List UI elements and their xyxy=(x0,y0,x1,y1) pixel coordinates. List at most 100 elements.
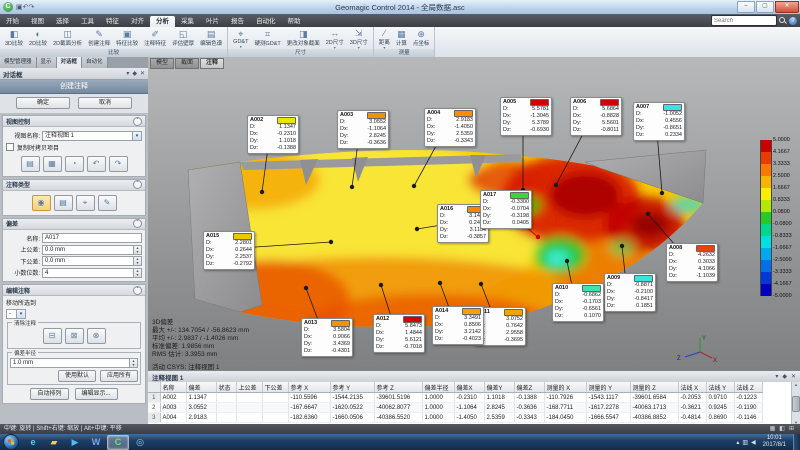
scroll-thumb[interactable] xyxy=(792,396,800,412)
copy-items-checkbox[interactable] xyxy=(6,143,14,151)
dim-3d-button[interactable]: ⇲3D尺寸▾ xyxy=(347,28,371,49)
apply-all-button[interactable]: 应用所有 xyxy=(100,370,138,382)
view-name-select[interactable]: 注释视图 1 xyxy=(42,131,133,141)
edit-display-button[interactable]: 编辑显示... xyxy=(75,388,118,400)
tray-volume-icon[interactable]: ◀ xyxy=(751,439,756,446)
tray-expand-icon[interactable]: ▴ xyxy=(736,439,739,446)
column-header[interactable]: 偏差X xyxy=(454,382,484,393)
collapse-icon[interactable]: ˆ xyxy=(133,180,142,189)
column-header[interactable]: 偏差Z xyxy=(514,382,544,393)
search-input[interactable] xyxy=(711,15,777,26)
move-to-select[interactable]: - xyxy=(6,309,17,319)
spinner-icon[interactable]: ▲▼ xyxy=(134,256,142,266)
show-desktop-button[interactable] xyxy=(793,434,800,450)
column-header[interactable]: 法线 Z xyxy=(734,382,762,393)
table-menu-icon[interactable]: ▾ xyxy=(775,373,778,380)
cancel-button[interactable]: 取消 xyxy=(78,97,132,109)
ribbon-tab-对齐[interactable]: 对齐 xyxy=(125,16,150,27)
taskbar-ie-icon[interactable]: e xyxy=(23,436,43,449)
column-header[interactable]: 下公差 xyxy=(262,382,288,393)
column-header[interactable]: 法线 X xyxy=(678,382,706,393)
annotation-A003[interactable]: A003D:3.0552Dx:-1.1064Dy:2.8245Dz:-0.363… xyxy=(337,110,389,149)
search-icon[interactable] xyxy=(779,17,786,24)
spinner-icon[interactable]: ▲▼ xyxy=(134,268,142,278)
chevron-down-icon[interactable]: ▾ xyxy=(133,131,142,141)
minimize-button[interactable]: – xyxy=(737,1,755,13)
panel-close-icon[interactable]: ✕ xyxy=(140,70,145,77)
create-annotation-button[interactable]: ✎创建注释 xyxy=(85,29,113,47)
table-row[interactable]: 1A0021.1347-110.5596-1544.2135-39601.519… xyxy=(148,393,762,403)
change-object-section-button[interactable]: ◨更改对象截面 xyxy=(284,29,323,47)
column-header[interactable]: 状态 xyxy=(216,382,236,393)
annotation-A008[interactable]: A008D:4.2632Dx:0.3033Dy:4.1066Dz:-1.1039 xyxy=(666,243,718,282)
annotation-A006[interactable]: A006D:5.6864Dx:-0.8828Dy:5.5601Dz:-0.801… xyxy=(570,97,622,136)
spinner-icon[interactable]: ▲▼ xyxy=(130,358,138,368)
column-header[interactable]: 名称 xyxy=(160,382,186,393)
calculate-button[interactable]: ▦计算 xyxy=(393,29,410,47)
ribbon-tab-视图[interactable]: 视图 xyxy=(25,16,50,27)
gdt-button[interactable]: ⌖GD&T▾ xyxy=(230,29,251,48)
annotation-A009[interactable]: A009D:-0.8871Dx:-0.2100Dy:-0.8417Dz:0.18… xyxy=(604,273,656,312)
status-grid-icon[interactable]: ▦ xyxy=(770,424,776,434)
table-row[interactable]: 2A0033.0552-167.6647-1620.0522-40062.807… xyxy=(148,403,762,413)
annotation-name-field[interactable]: A017 xyxy=(42,233,142,243)
taskbar-browser-icon[interactable]: ◎ xyxy=(130,436,150,449)
tray-network-icon[interactable]: ▥ xyxy=(742,439,748,446)
start-button[interactable] xyxy=(3,434,19,450)
column-header[interactable]: 测量的 Y xyxy=(586,382,630,393)
ribbon-tab-开始[interactable]: 开始 xyxy=(0,16,25,27)
table-close-icon[interactable]: ✕ xyxy=(791,373,796,380)
ok-button[interactable]: 确定 xyxy=(16,97,70,109)
viewport-tab-注释[interactable]: 注释 xyxy=(200,58,224,69)
table-pin-icon[interactable]: ◆ xyxy=(782,373,787,380)
panel-tab-自动化[interactable]: 自动化 xyxy=(82,57,108,68)
collapse-icon[interactable]: ˆ xyxy=(133,219,142,228)
ribbon-tab-自动化[interactable]: 自动化 xyxy=(250,16,282,27)
annotation-A013[interactable]: A013D:3.5804Dx:0.9066Dy:3.4369Dz:-0.4301 xyxy=(301,318,353,357)
probe-gdt-button[interactable]: ⌗硬测GD&T xyxy=(251,29,283,47)
status-layout-icon[interactable]: ⊞ xyxy=(789,424,794,434)
ribbon-tab-分析[interactable]: 分析 xyxy=(150,16,175,27)
panel-tab-显示[interactable]: 显示 xyxy=(37,57,57,68)
annotation-A010[interactable]: A010D:-0.6862Dx:-0.1703Dy:-0.6561Dz:0.10… xyxy=(552,283,604,322)
column-header[interactable]: 法线 Y xyxy=(706,382,734,393)
panel-pin-icon[interactable]: ◆ xyxy=(132,70,137,77)
annotation-A002[interactable]: A002D:1.1347Dx:-0.2310Dy:1.1018Dz:-0.138… xyxy=(247,115,299,154)
view-lock-icon[interactable]: ▦ xyxy=(43,156,62,172)
ribbon-tab-工具[interactable]: 工具 xyxy=(75,16,100,27)
maximize-button[interactable]: ▢ xyxy=(756,1,774,13)
view-zoom-icon[interactable]: ◔ xyxy=(65,156,84,172)
viewport-tab-截面[interactable]: 截面 xyxy=(175,58,199,69)
view-restore-icon[interactable]: ↶ xyxy=(87,156,106,172)
edit-spectrum-button[interactable]: ▤编辑色谱 xyxy=(197,29,225,47)
annotate-feature-button[interactable]: ✐注释特征 xyxy=(141,29,169,47)
column-header[interactable]: 偏差半径 xyxy=(422,382,454,393)
help-icon[interactable]: ? xyxy=(789,17,797,25)
evaluate-thickness-button[interactable]: ◱评估壁厚 xyxy=(169,29,197,47)
annotation-A015[interactable]: A015D:2.2801Dx:0.2644Dy:2.2537Dz:-0.2792 xyxy=(203,231,255,270)
clear-all-icon[interactable]: ⊗ xyxy=(87,328,106,344)
type-whisker-icon[interactable]: ▤ xyxy=(54,195,73,211)
ribbon-tab-特征[interactable]: 特征 xyxy=(100,16,125,27)
scroll-up-icon[interactable]: ▲ xyxy=(794,382,798,387)
decimals-field[interactable]: 4 xyxy=(42,268,134,278)
panel-menu-icon[interactable]: ▾ xyxy=(126,70,129,77)
column-header[interactable]: 参考 Y xyxy=(330,382,374,393)
upper-tolerance-field[interactable]: 0.0 mm xyxy=(42,245,134,255)
taskbar-clock[interactable]: 10:01 2017/8/1 xyxy=(759,435,790,449)
section-analysis-2d-button[interactable]: ◫2D截面分析 xyxy=(50,29,85,47)
spinner-icon[interactable]: ▲▼ xyxy=(134,245,142,255)
collapse-icon[interactable]: ˆ xyxy=(133,117,142,126)
ribbon-tab-报告[interactable]: 报告 xyxy=(225,16,250,27)
annotation-A017[interactable]: A017D:-0.3300Dx:-0.0704Dy:-0.3198Dz:0.04… xyxy=(480,190,532,229)
compare-3d-button[interactable]: ◧3D比较 xyxy=(2,29,26,47)
collapse-icon[interactable]: ˆ xyxy=(133,286,142,295)
panel-tab-对话框[interactable]: 对话框 xyxy=(57,57,83,68)
clear-selected-icon[interactable]: ⊟ xyxy=(43,328,62,344)
annotation-A012[interactable]: A012D:5.8473Dx:1.4844Dy:5.6121Dz:-0.7018 xyxy=(373,314,425,353)
type-feature-icon[interactable]: ✎ xyxy=(98,195,117,211)
type-deviation-icon[interactable]: ◉ xyxy=(32,195,51,211)
lower-tolerance-field[interactable]: 0.0 mm xyxy=(42,256,134,266)
ribbon-tab-采集[interactable]: 采集 xyxy=(175,16,200,27)
taskbar-word-icon[interactable]: W xyxy=(86,436,106,449)
